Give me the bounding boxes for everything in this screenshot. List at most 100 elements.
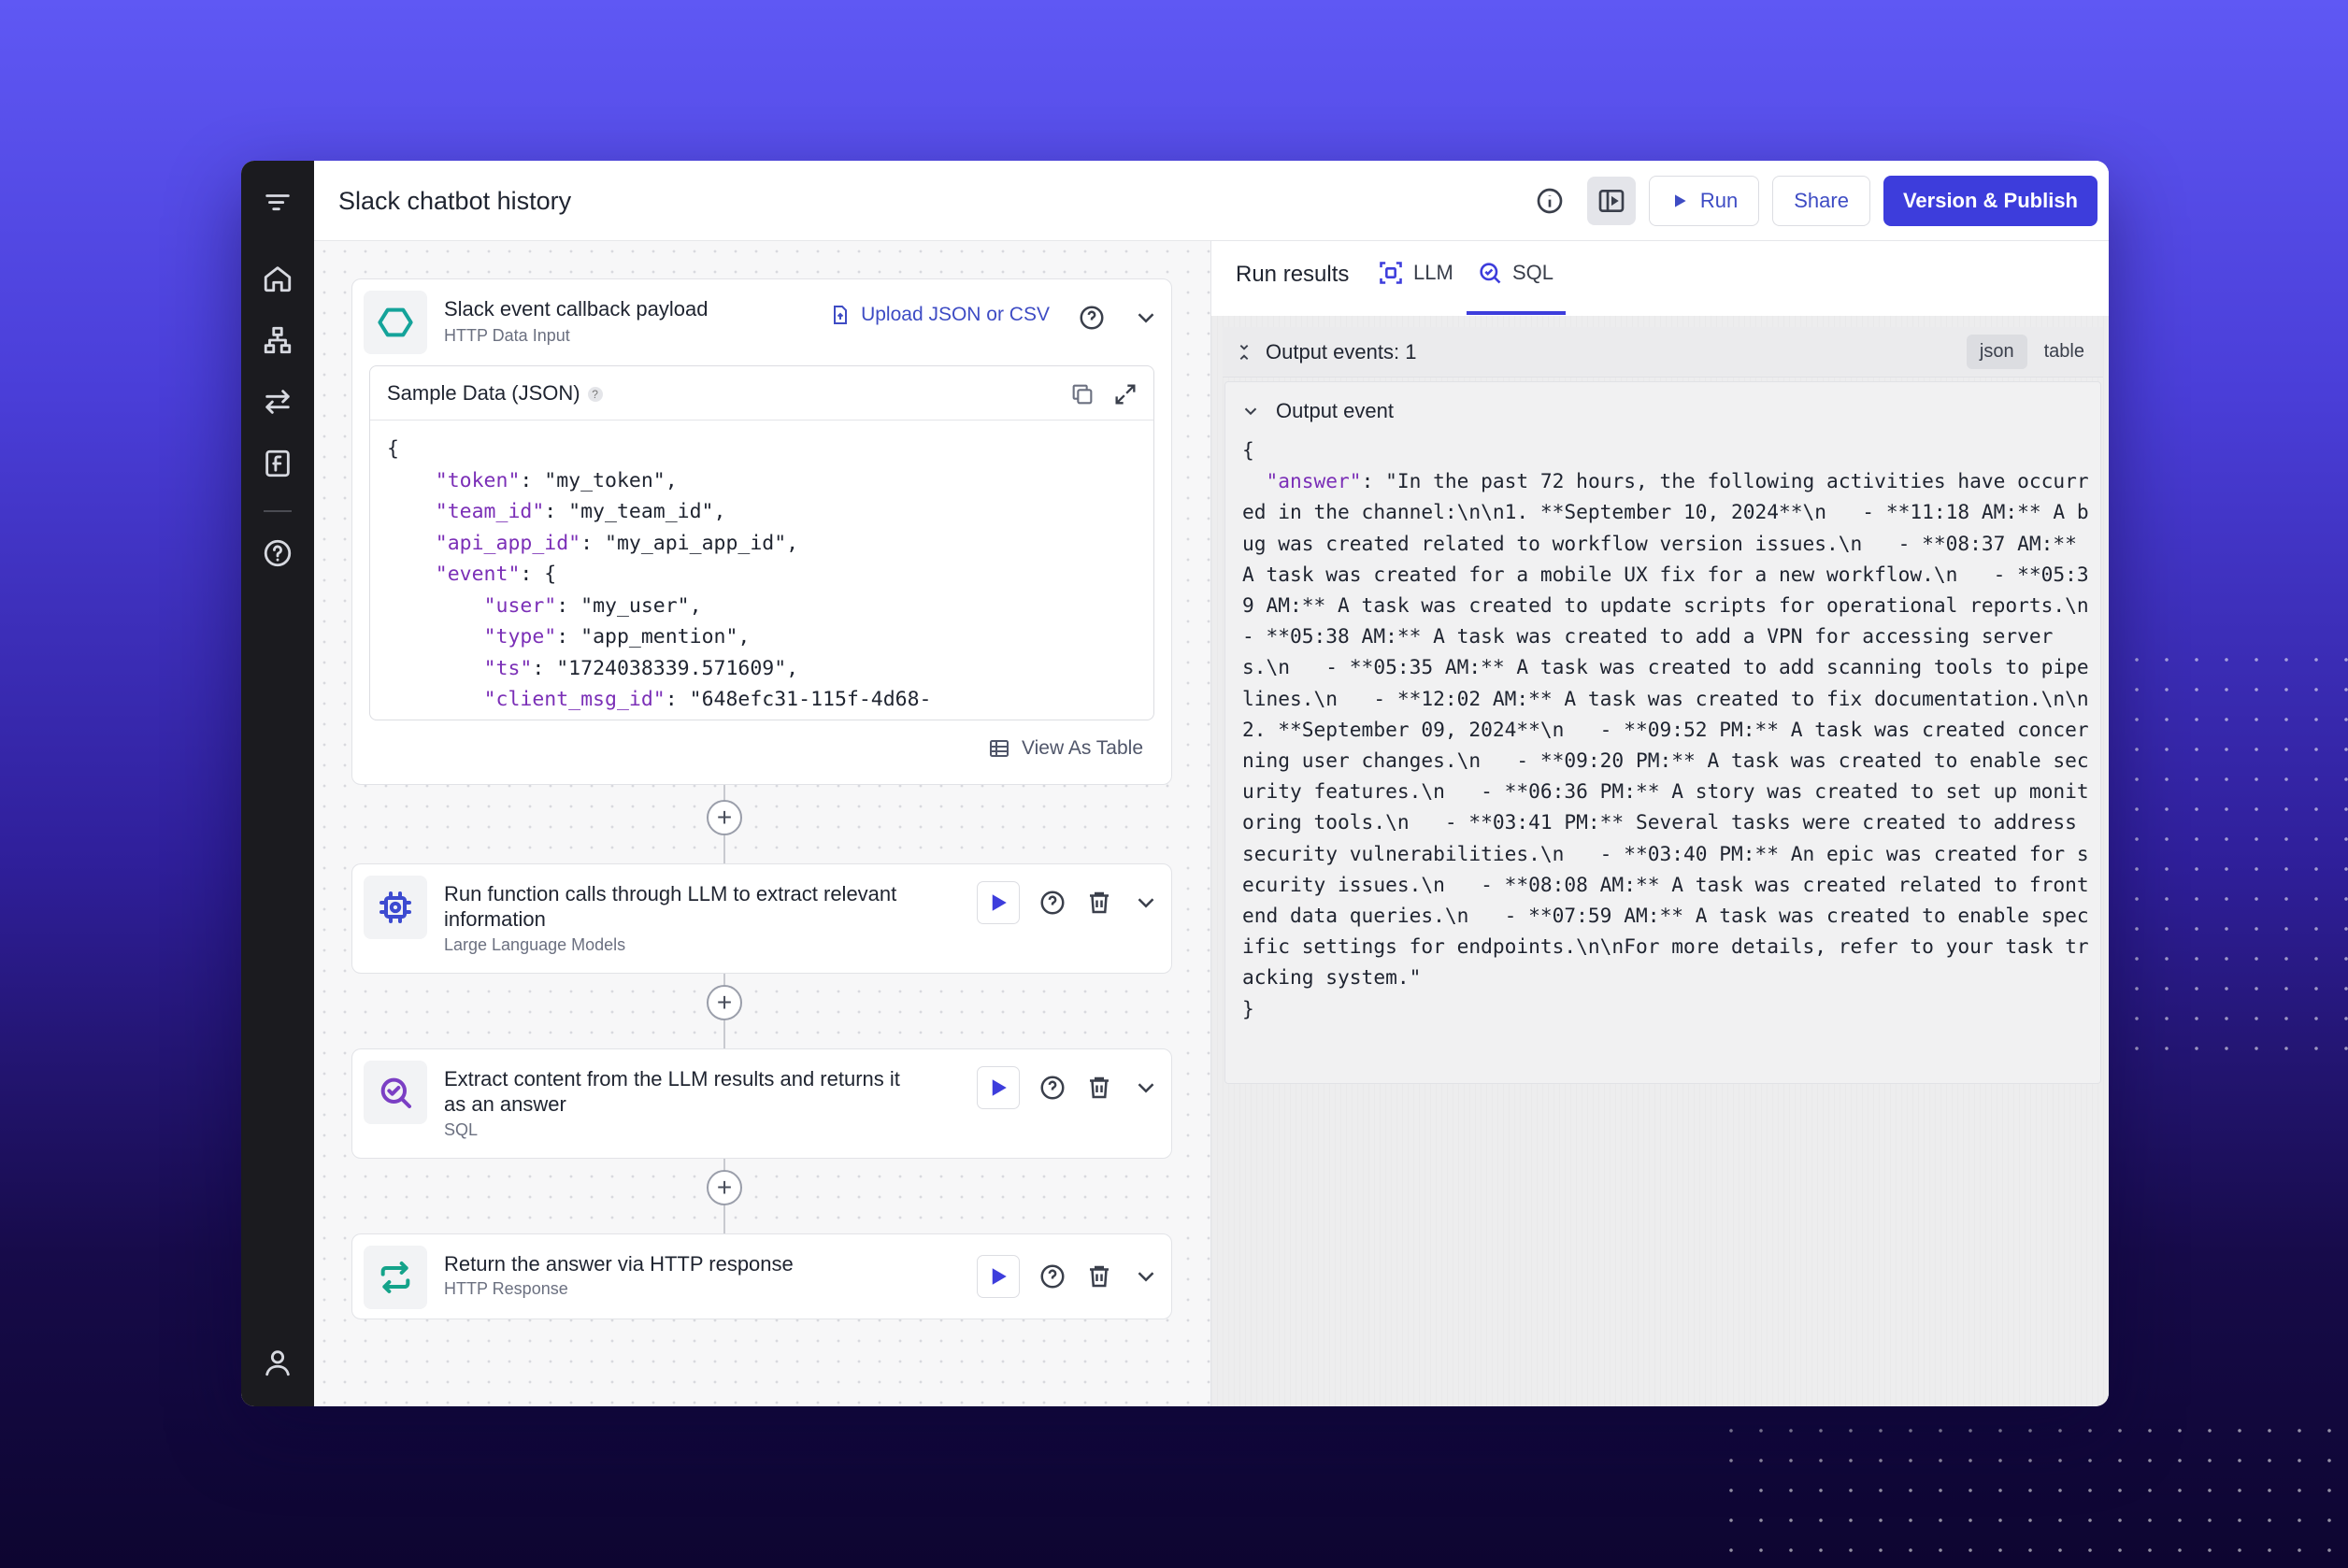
code-line: { xyxy=(387,437,399,461)
node-subtitle: HTTP Data Input xyxy=(444,326,570,345)
top-bar: Slack chatbot history Run Share Version … xyxy=(314,161,2109,241)
node-subtitle: HTTP Response xyxy=(444,1279,568,1298)
run-button[interactable]: Run xyxy=(1648,176,1760,226)
toggle-panel-icon[interactable] xyxy=(1586,177,1636,225)
node-card-input[interactable]: Slack event callback payload HTTP Data I… xyxy=(351,278,1172,785)
upload-json-csv-link[interactable]: Upload JSON or CSV xyxy=(829,304,1050,326)
code-line: "client_msg_id": "648efc31-115f-4d68- xyxy=(483,688,932,711)
run-button-label: Run xyxy=(1699,189,1739,212)
pipelines-icon[interactable] xyxy=(259,321,296,359)
collapse-icon[interactable] xyxy=(1234,342,1254,363)
active-tab-indicator xyxy=(1467,311,1566,315)
view-as-table-link[interactable]: View As Table xyxy=(988,737,1143,760)
version-publish-label: Version & Publish xyxy=(1902,189,2078,212)
sample-data-title: Sample Data (JSON) xyxy=(387,381,580,405)
view-as-table-label: View As Table xyxy=(1022,737,1143,759)
trash-icon[interactable] xyxy=(1085,1074,1113,1102)
format-toggle: json table xyxy=(1966,335,2097,369)
run-results-header: Run results xyxy=(1236,262,1350,287)
code-line: "type": "app_mention", xyxy=(483,625,751,649)
output-events-header[interactable]: Output events: 1 json table xyxy=(1223,327,2103,378)
chevron-down-icon[interactable] xyxy=(1132,304,1160,332)
help-icon[interactable] xyxy=(259,535,296,572)
node-title: Return the answer via HTTP response xyxy=(444,1252,794,1276)
sample-data-panel: Sample Data (JSON)? { "token": "my_token… xyxy=(369,365,1154,720)
background-dots xyxy=(1716,1416,2348,1568)
answer-key: "answer" xyxy=(1266,469,1362,493)
share-button-label: Share xyxy=(1794,189,1849,212)
node-card-response[interactable]: Return the answer via HTTP response HTTP… xyxy=(351,1233,1172,1319)
node-title: Slack event callback payload xyxy=(444,297,709,321)
add-node-button[interactable]: + xyxy=(707,985,742,1020)
help-circle-icon[interactable] xyxy=(1078,304,1106,332)
run-node-button[interactable] xyxy=(977,1066,1020,1109)
chevron-down-icon[interactable] xyxy=(1132,1074,1160,1102)
help-circle-icon[interactable] xyxy=(1038,1074,1067,1102)
upload-file-icon xyxy=(834,306,848,324)
hexagon-icon xyxy=(364,291,427,354)
play-icon xyxy=(992,1079,1007,1096)
add-node-button[interactable]: + xyxy=(707,800,742,835)
background-dots xyxy=(2122,645,2348,1056)
code-line: "team_id": "my_team_id", xyxy=(435,500,726,523)
functions-icon[interactable] xyxy=(259,445,296,482)
node-subtitle: SQL xyxy=(444,1120,479,1139)
run-node-button[interactable] xyxy=(977,881,1020,924)
app-window: Slack chatbot history Run Share Version … xyxy=(241,161,2109,1406)
trash-icon[interactable] xyxy=(1085,1262,1113,1290)
search-check-icon xyxy=(1480,263,1501,284)
output-events-count: Output events: 1 xyxy=(1266,340,1417,363)
code-line: "api_app_id": "my_api_app_id", xyxy=(435,531,799,555)
chevron-down-icon[interactable] xyxy=(1132,889,1160,917)
sample-json-code: { "token": "my_token", "team_id": "my_te… xyxy=(370,421,1153,720)
answer-value: : "In the past 72 hours, the following a… xyxy=(1242,469,2089,990)
output-json: { "answer": "In the past 72 hours, the f… xyxy=(1242,435,2095,1024)
tab-llm[interactable]: LLM xyxy=(1378,260,1453,286)
results-tabs: Run results LLM SQL xyxy=(1211,241,2109,316)
add-node-button[interactable]: + xyxy=(707,1170,742,1205)
format-json-option[interactable]: json xyxy=(1966,335,2027,369)
run-results-panel: Run results LLM SQL Output events: 1 jso… xyxy=(1211,241,2109,1406)
node-subtitle: Large Language Models xyxy=(444,935,626,954)
repeat-arrows-icon xyxy=(364,1246,427,1309)
node-title: Extract content from the LLM results and… xyxy=(444,1067,900,1116)
play-icon xyxy=(992,1268,1007,1285)
chevron-down-icon[interactable] xyxy=(1132,1262,1160,1290)
cpu-chip-icon xyxy=(364,876,427,939)
share-button[interactable]: Share xyxy=(1772,176,1870,226)
logo-icon[interactable] xyxy=(259,185,296,222)
output-event-panel: Output event { "answer": "In the past 72… xyxy=(1224,381,2101,1084)
scan-chip-icon xyxy=(1380,262,1402,284)
code-line: "token": "my_token", xyxy=(435,468,678,492)
help-circle-icon[interactable] xyxy=(1038,1262,1067,1290)
format-table-option[interactable]: table xyxy=(2031,335,2097,369)
search-check-icon xyxy=(364,1061,427,1124)
code-line: "event": { xyxy=(435,563,557,586)
rail-divider xyxy=(264,510,292,512)
user-profile-icon[interactable] xyxy=(259,1344,296,1381)
tab-sql[interactable]: SQL xyxy=(1477,260,1553,286)
expand-icon[interactable] xyxy=(1112,381,1138,407)
node-card-sql[interactable]: Extract content from the LLM results and… xyxy=(351,1048,1172,1159)
run-node-button[interactable] xyxy=(977,1255,1020,1298)
home-icon[interactable] xyxy=(259,260,296,297)
question-icon[interactable]: ? xyxy=(587,387,603,403)
output-event-title: Output event xyxy=(1276,399,1394,422)
node-card-llm[interactable]: Run function calls through LLM to extrac… xyxy=(351,863,1172,974)
play-icon xyxy=(1674,194,1686,207)
transfer-icon[interactable] xyxy=(259,383,296,421)
pipeline-canvas: Slack event callback payload HTTP Data I… xyxy=(314,241,1211,1406)
code-line: "ts": "1724038339.571609", xyxy=(483,656,799,680)
trash-icon[interactable] xyxy=(1085,889,1113,917)
nav-rail xyxy=(241,161,314,1406)
play-icon xyxy=(992,894,1007,911)
version-publish-button[interactable]: Version & Publish xyxy=(1883,176,2097,226)
upload-label: Upload JSON or CSV xyxy=(861,304,1050,325)
copy-icon[interactable] xyxy=(1069,381,1095,407)
chevron-down-icon[interactable] xyxy=(1240,401,1261,421)
info-icon[interactable] xyxy=(1525,177,1574,225)
node-title: Run function calls through LLM to extrac… xyxy=(444,882,897,931)
help-circle-icon[interactable] xyxy=(1038,889,1067,917)
table-icon xyxy=(990,740,1009,757)
page-title: Slack chatbot history xyxy=(338,187,572,215)
